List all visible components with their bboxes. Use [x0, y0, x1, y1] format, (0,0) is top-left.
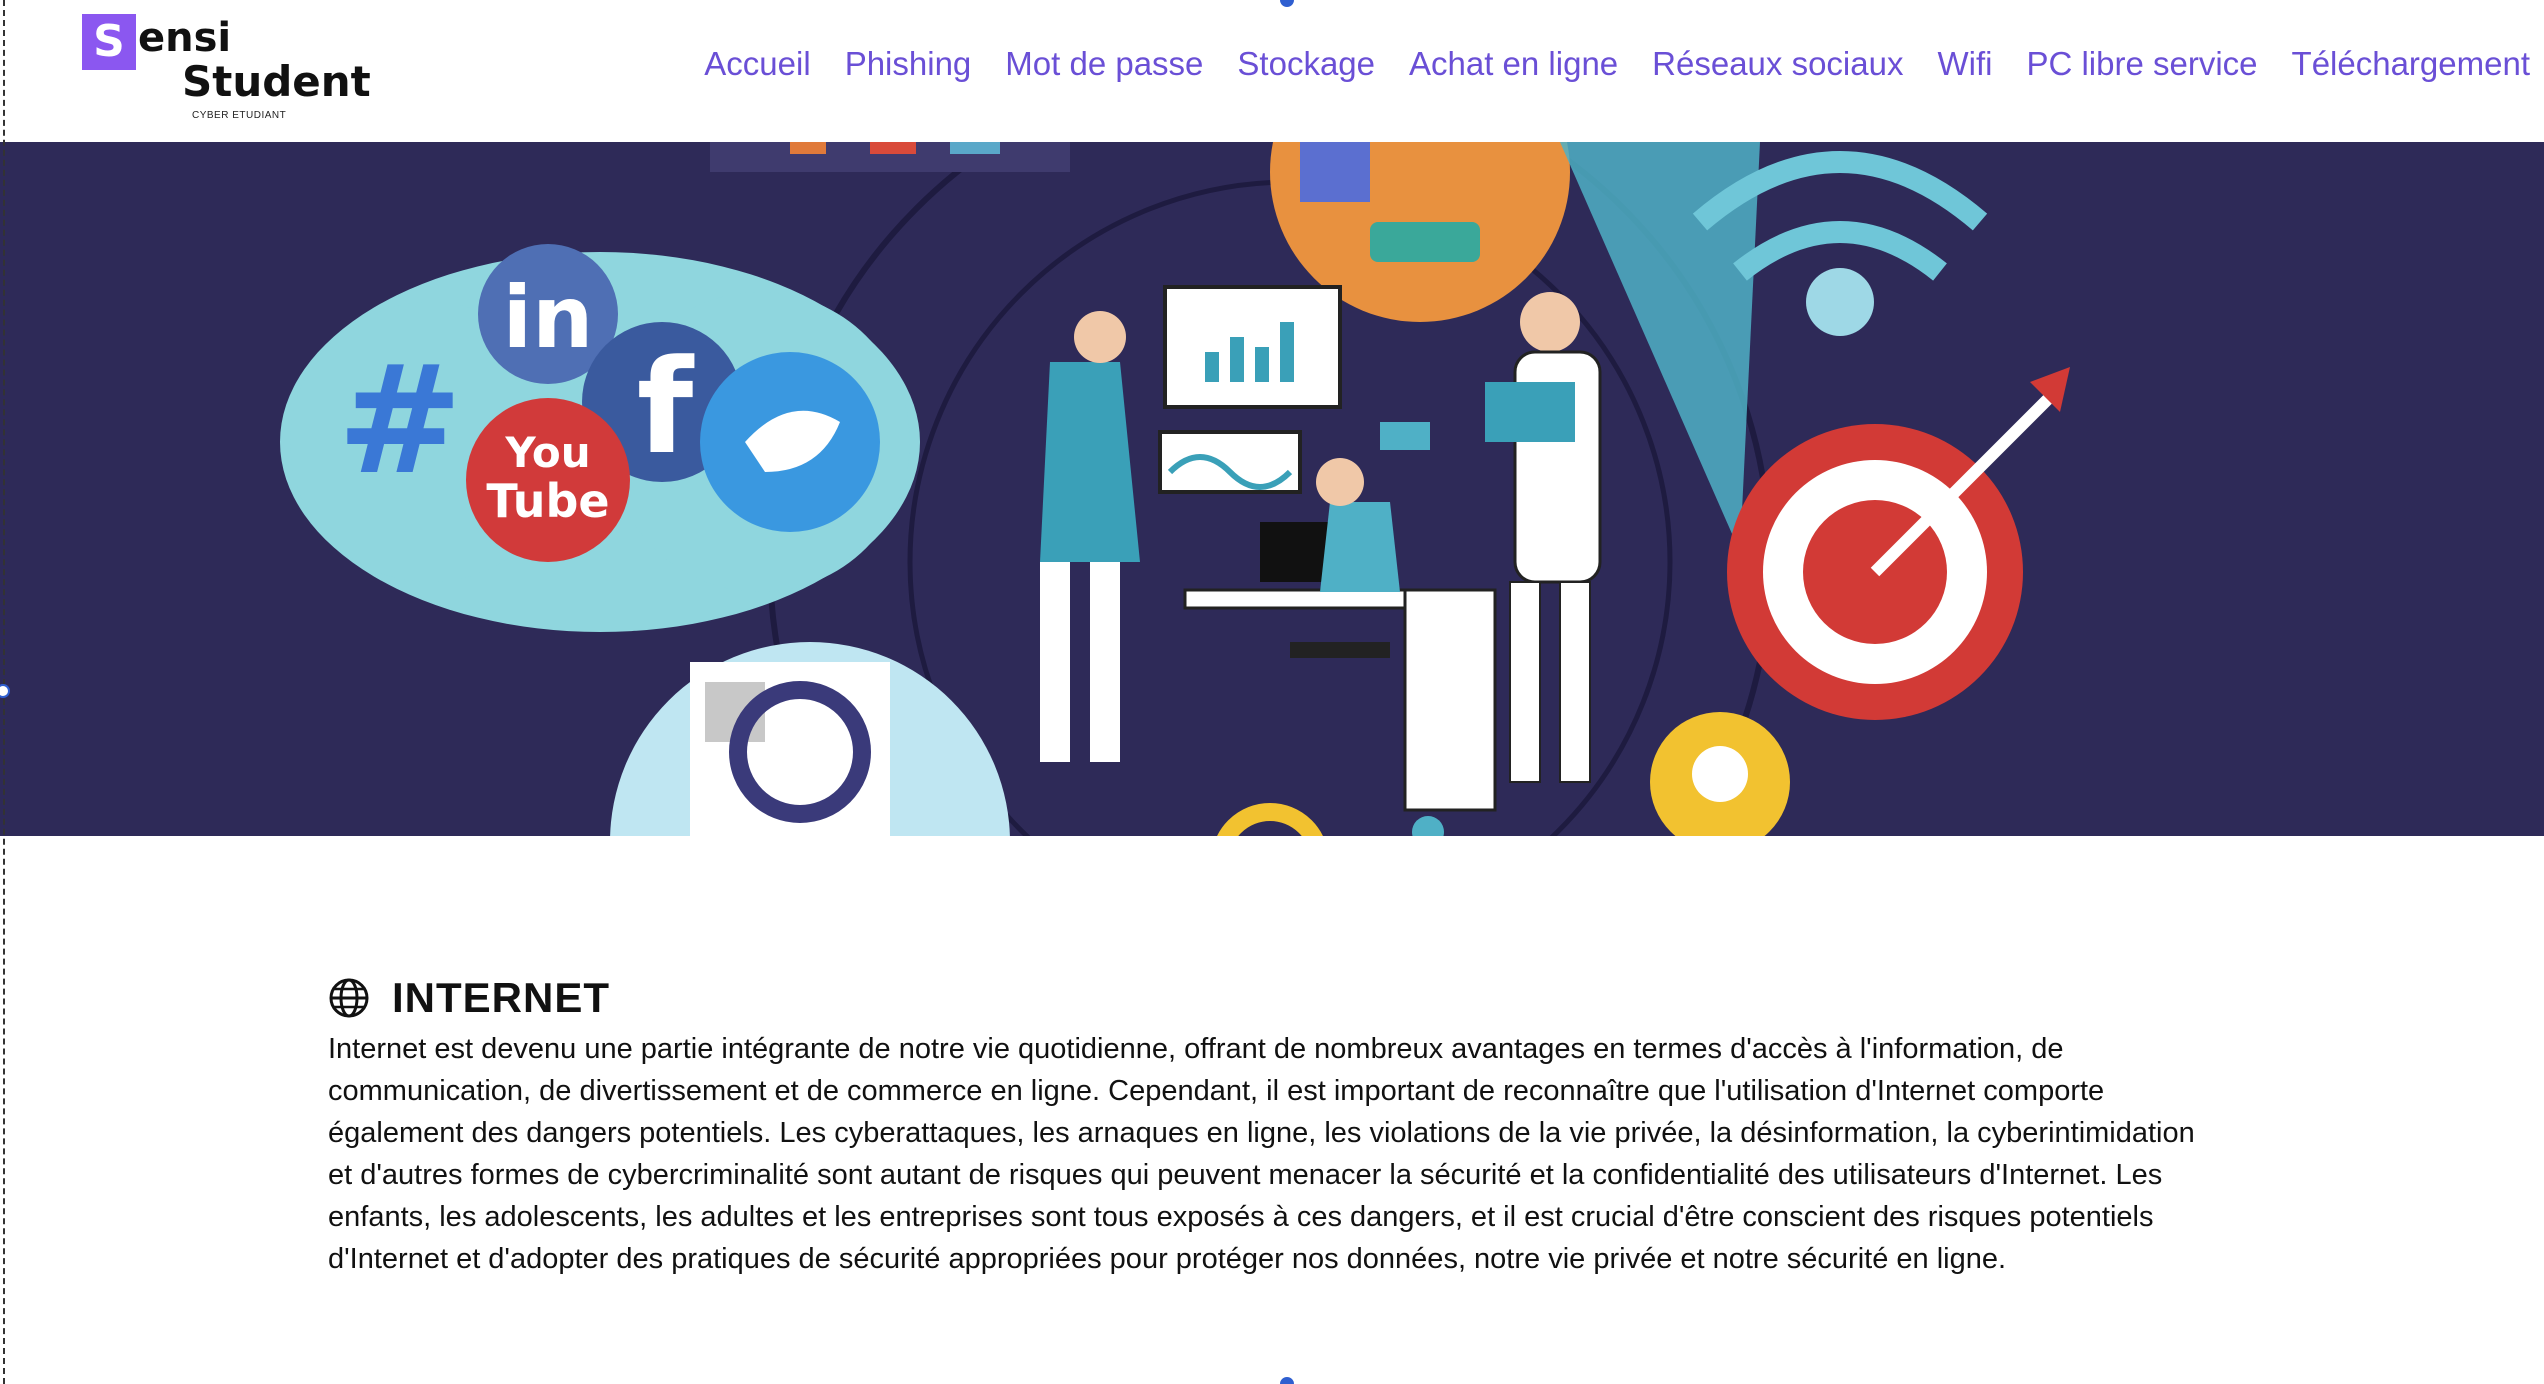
facebook-icon: f — [637, 331, 695, 483]
nav-item-mot-de-passe[interactable]: Mot de passe — [1005, 40, 1203, 88]
resize-handle-bottom[interactable] — [1280, 1377, 1294, 1384]
site-header: S ensi Student CYBER ETUDIANT Accueil Ph… — [0, 0, 2544, 142]
section-header: INTERNET — [328, 970, 2208, 1026]
nav-item-telechargement[interactable]: Téléchargement — [2292, 40, 2530, 88]
main-nav: Accueil Phishing Mot de passe Stockage A… — [704, 40, 2530, 88]
section-body-text: Internet est devenu une partie intégrant… — [328, 1033, 2195, 1275]
hero-illustration: # in f You Tube — [0, 142, 2544, 836]
globe-icon — [328, 977, 370, 1019]
nav-item-wifi[interactable]: Wifi — [1937, 40, 1992, 88]
internet-section: INTERNET Internet est devenu une partie … — [328, 970, 2208, 1280]
youtube-icon-line2: Tube — [486, 474, 609, 528]
nav-item-reseaux-sociaux[interactable]: Réseaux sociaux — [1652, 40, 1903, 88]
hashtag-icon: # — [337, 334, 463, 508]
linkedin-icon: in — [503, 268, 594, 368]
youtube-icon-line1: You — [504, 428, 590, 477]
nav-item-phishing[interactable]: Phishing — [845, 40, 972, 88]
site-logo[interactable]: S ensi Student CYBER ETUDIANT — [82, 14, 371, 124]
logo-letter: S — [82, 14, 136, 70]
logo-word-ensi: ensi — [138, 15, 232, 61]
section-title: INTERNET — [392, 974, 610, 1021]
hero-banner: # in f You Tube — [0, 142, 2544, 836]
logo-word-student: Student — [182, 57, 371, 106]
logo-tagline: CYBER ETUDIANT — [192, 110, 287, 121]
nav-item-accueil[interactable]: Accueil — [704, 40, 810, 88]
nav-item-stockage[interactable]: Stockage — [1237, 40, 1375, 88]
nav-item-achat-en-ligne[interactable]: Achat en ligne — [1409, 40, 1618, 88]
nav-item-pc-libre-service[interactable]: PC libre service — [2026, 40, 2257, 88]
